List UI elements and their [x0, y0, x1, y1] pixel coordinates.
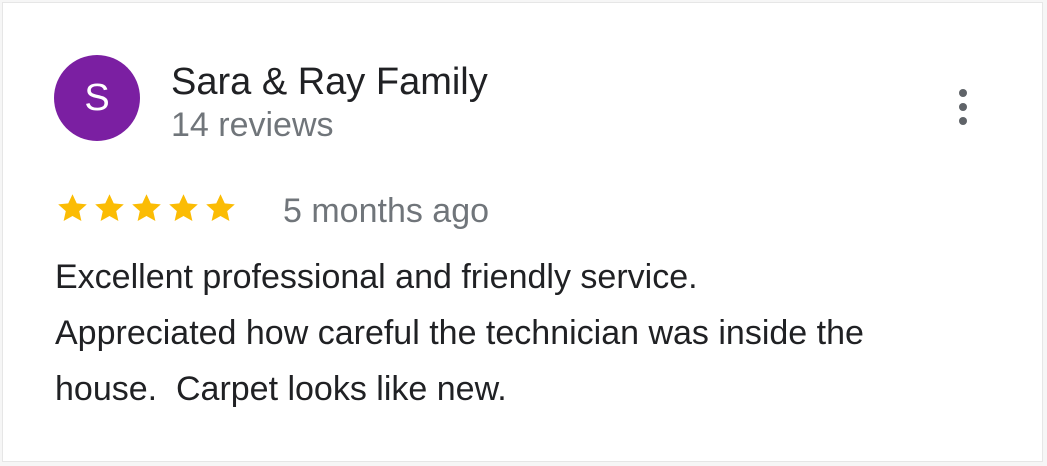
review-text: Excellent professional and friendly serv… [55, 249, 1015, 417]
reviewer-review-count[interactable]: 14 reviews [171, 104, 334, 146]
review-text-line: house. Carpet looks like new. [55, 370, 507, 408]
avatar[interactable]: S [54, 55, 140, 141]
more-vert-icon [959, 89, 967, 125]
star-icon [95, 194, 124, 222]
review-text-line: Appreciated how careful the technician w… [55, 314, 864, 352]
star-rating [55, 191, 238, 226]
star-icon [58, 194, 87, 222]
avatar-initial: S [84, 77, 110, 119]
more-options-button[interactable] [941, 85, 985, 129]
star-icon [206, 194, 235, 222]
star-icon [169, 194, 198, 222]
review-card: S Sara & Ray Family 14 reviews 5 months … [2, 2, 1043, 462]
review-text-line: Excellent professional and friendly serv… [55, 258, 698, 296]
star-icon [132, 194, 161, 222]
reviewer-name[interactable]: Sara & Ray Family [171, 59, 488, 105]
review-time: 5 months ago [283, 192, 490, 230]
